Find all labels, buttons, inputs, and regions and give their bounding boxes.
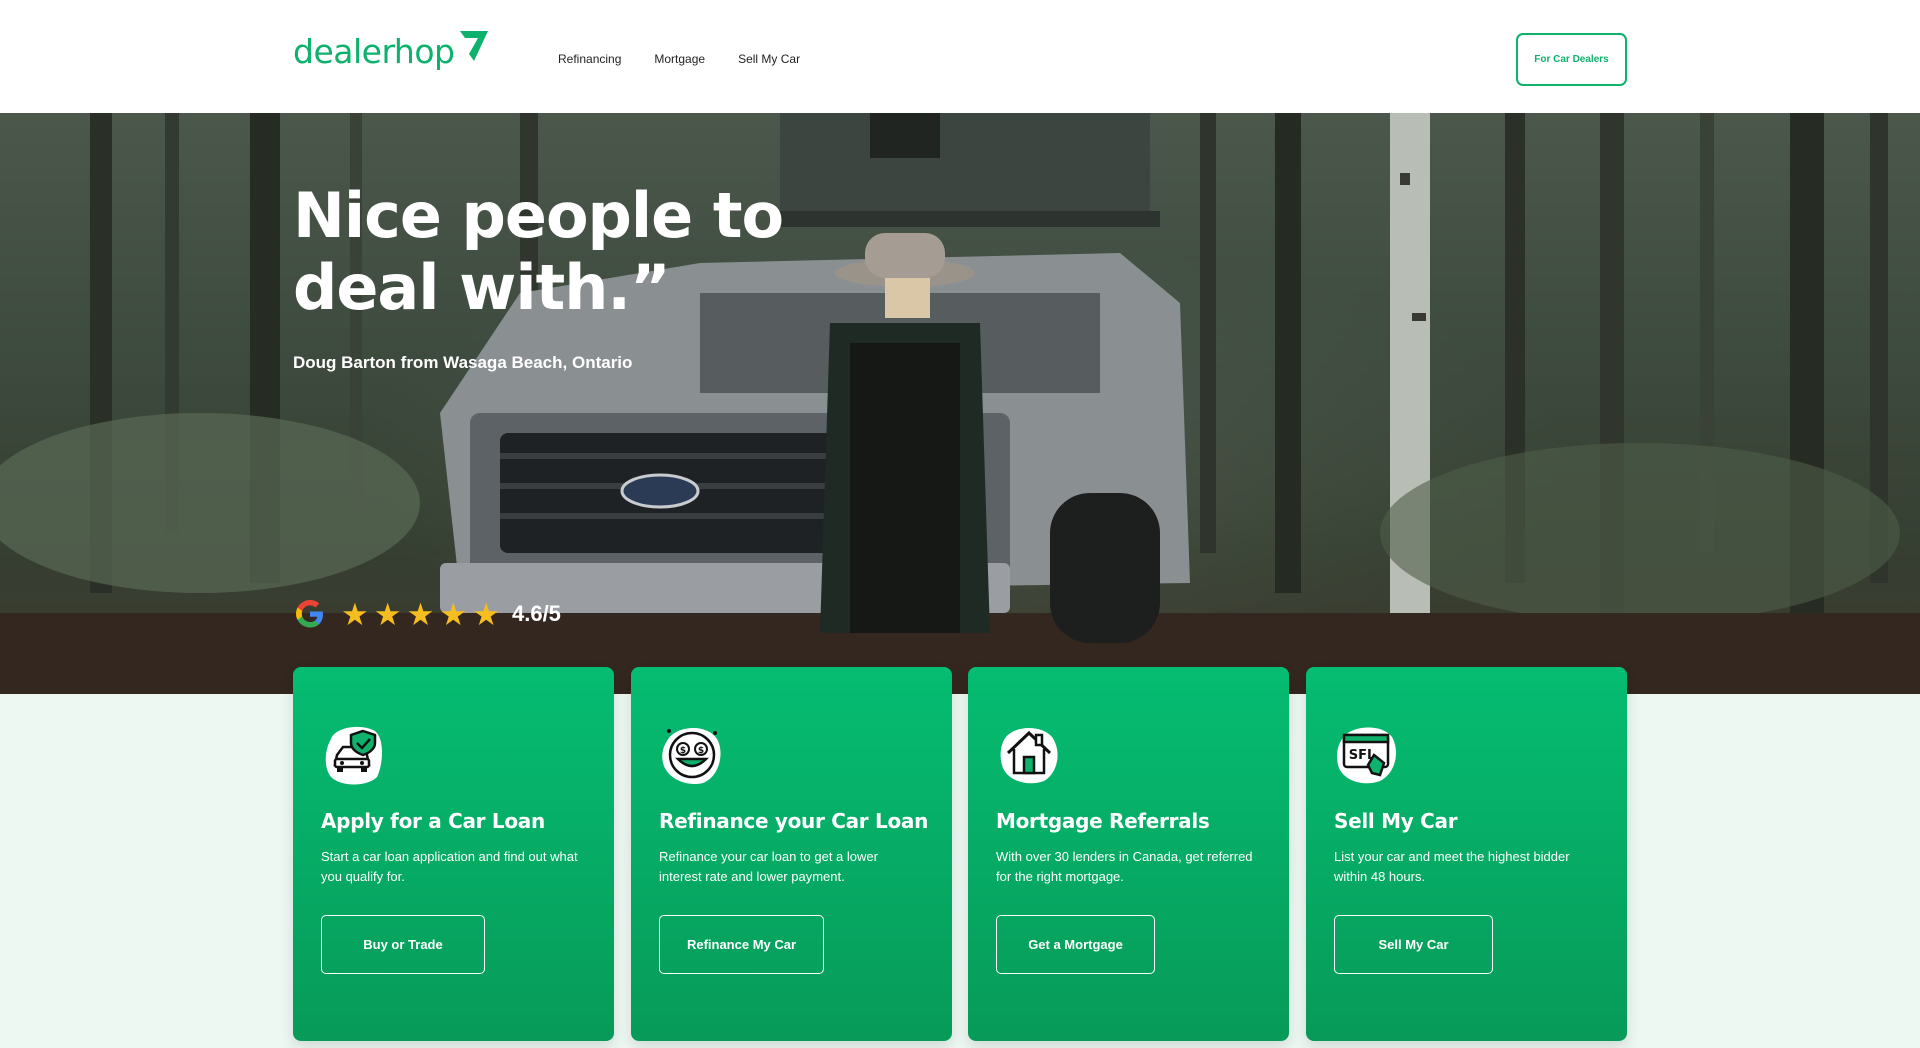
svg-text:$: $ (698, 746, 704, 756)
card-apply-car-loan: Apply for a Car Loan Start a car loan ap… (293, 667, 614, 1041)
for-car-dealers-button[interactable]: For Car Dealers (1516, 33, 1627, 86)
hero-section: Nice people to deal with.” Doug Barton f… (0, 113, 1920, 694)
card-description: Start a car loan application and find ou… (321, 849, 578, 884)
money-face-icon: $ $ (662, 727, 721, 785)
sell-my-car-button[interactable]: Sell My Car (1334, 915, 1493, 974)
star-icon: ★ (406, 596, 435, 632)
card-title: Sell My Car (1334, 809, 1458, 833)
star-icon: ★ (341, 596, 369, 632)
car-shield-icon (325, 726, 382, 785)
google-icon (296, 600, 323, 628)
card-description: List your car and meet the highest bidde… (1334, 849, 1570, 884)
card-description: With over 30 lenders in Canada, get refe… (996, 849, 1253, 884)
card-mortgage-referrals: Mortgage Referrals With over 30 lenders … (968, 667, 1289, 1041)
card-title: Mortgage Referrals (996, 809, 1210, 833)
rating-value: 4.6/5 (511, 601, 561, 626)
svg-text:$: $ (680, 746, 686, 756)
testimonial-quote: Nice people to deal with.” (293, 179, 784, 324)
card-sell-my-car: SFL Sell My Car List your car and meet t… (1306, 667, 1627, 1041)
testimonial-author: Doug Barton from Wasaga Beach, Ontario (293, 353, 633, 372)
dealerhop-logo[interactable]: dealerhop (293, 30, 490, 71)
star-icon: ★ (472, 596, 500, 632)
logo-text: dealerhop (293, 32, 455, 71)
refinance-my-car-button[interactable]: Refinance My Car (659, 915, 824, 974)
card-title: Apply for a Car Loan (321, 809, 545, 833)
for-sale-sign-icon: SFL (1337, 727, 1396, 784)
nav-item-mortgage[interactable]: Mortgage (654, 52, 705, 66)
main-nav: Refinancing Mortgage Sell My Car (558, 52, 833, 66)
star-rating: ★ ★ ★ ★ ★ (341, 599, 500, 630)
google-rating: ★ ★ ★ ★ ★ 4.6/5 (293, 597, 561, 631)
card-description: Refinance your car loan to get a lower i… (659, 849, 878, 884)
logo-arrow-icon (460, 30, 489, 61)
site-header: dealerhop Refinancing Mortgage Sell My C… (0, 0, 1920, 113)
star-icon: ★ (373, 596, 402, 632)
buy-or-trade-button[interactable]: Buy or Trade (321, 915, 485, 974)
hero-forest-truck-image (0, 113, 1920, 694)
card-refinance-car-loan: $ $ Refinance your Car Loan Refinance yo… (631, 667, 952, 1041)
star-icon: ★ (439, 596, 468, 632)
nav-item-sell-my-car[interactable]: Sell My Car (738, 52, 800, 66)
get-a-mortgage-button[interactable]: Get a Mortgage (996, 915, 1155, 974)
house-icon (1000, 728, 1058, 784)
card-title: Refinance your Car Loan (659, 809, 929, 833)
nav-item-refinancing[interactable]: Refinancing (558, 52, 621, 66)
services-section-background (0, 694, 1920, 1048)
